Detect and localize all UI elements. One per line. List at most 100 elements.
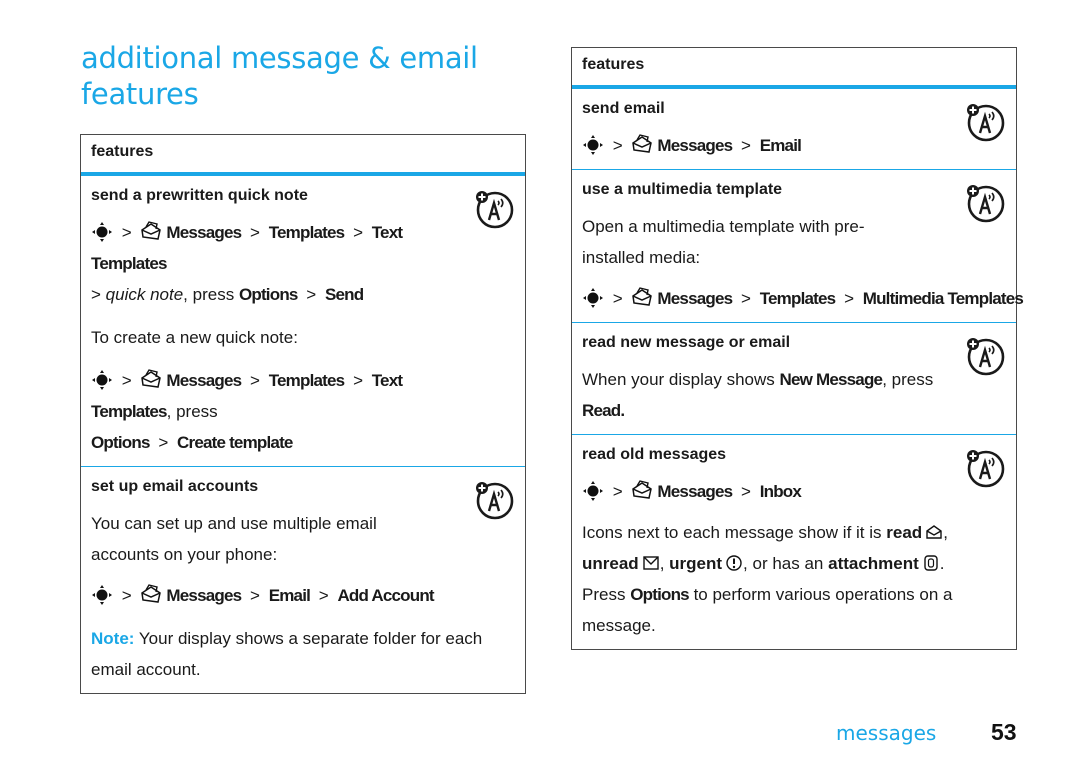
text: . [939,554,945,573]
messages-envelope-icon [140,221,162,241]
menu-item[interactable]: Templates [760,289,836,308]
navigation-key-icon [91,584,113,606]
navigation-key-icon [582,287,604,309]
menu-item[interactable]: quick note [106,285,184,304]
feature-row-read-old: read old messages > Messages > Inbox Ico… [572,434,1016,649]
urgent-icon [726,555,742,571]
path-separator: > [741,482,751,501]
path-separator: > [158,433,169,452]
path-separator: > [250,371,260,390]
path-separator: > [612,289,623,308]
path-separator: > [741,289,751,308]
menu-path: > Messages > Templates > Multimedia Temp… [582,283,1024,314]
feature-row-multimedia-template: use a multimedia template Open a multime… [572,169,1024,322]
menu-item[interactable]: Templates [269,223,345,242]
note-label: Note: [91,629,135,648]
menu-path: > Messages > Inbox [582,476,956,507]
menu-item[interactable]: Email [269,586,311,605]
page-number: 53 [991,719,1017,745]
navigation-key-icon [582,480,604,502]
menu-item[interactable]: Messages [166,586,242,605]
menu-item[interactable]: Add Account [337,586,434,605]
menu-item[interactable]: Email [760,136,802,155]
feature-row-quick-note: send a prewritten quick note > Messages … [81,176,525,466]
feature-row-send-email: send email > Messages > Email [572,89,1016,169]
path-separator: > [121,371,132,390]
feature-title: read old messages [582,446,727,463]
menu-item[interactable]: Messages [166,371,242,390]
menu-item[interactable]: Messages [657,482,733,501]
description-text: When your display shows New Message, pre… [582,364,956,426]
features-table-left: features send a prewritten quick note > … [80,134,526,694]
menu-path: > Messages > Templates > Text Templates,… [91,365,465,458]
path-separator: > [250,586,260,605]
feature-title: send a prewritten quick note [91,187,308,204]
menu-path: > Messages > Templates > Text Templates … [91,217,465,310]
softkey-label[interactable]: Options [630,585,689,604]
navigation-key-icon [582,134,604,156]
path-separator: > [612,136,623,155]
unread-envelope-icon [642,556,659,570]
text: When your display shows [582,370,775,389]
path-separator: > [121,586,132,605]
path-separator: > [318,586,329,605]
menu-path: > Messages > Email > Add Account [91,580,465,611]
feature-title: use a multimedia template [582,181,783,198]
status-attachment-label: attachment [828,554,919,573]
path-separator: > [612,482,623,501]
network-feature-icon [473,479,515,521]
network-feature-icon [964,182,1006,224]
note: Note: Your display shows a separate fold… [91,623,515,685]
navigation-key-icon [91,369,113,391]
path-separator: > [741,136,751,155]
table-header: features [572,48,1016,89]
network-feature-icon [964,101,1006,143]
section-name: messages [836,721,937,745]
menu-item[interactable]: Messages [166,223,242,242]
description-text: To create a new quick note: [91,328,298,347]
text: , or has an [743,554,824,573]
text: Icons next to each message show if it is [582,523,882,542]
messages-envelope-icon [140,369,162,389]
description-text: You can set up and use multiple email ac… [91,514,377,564]
page-title: additional message & email features [81,41,478,111]
text: . [620,401,625,420]
feature-row-read-new: read new message or email When your disp… [572,322,1016,434]
path-separator: > [250,223,260,242]
text: , [659,554,665,573]
menu-item[interactable]: Messages [657,136,733,155]
messages-envelope-icon [631,287,653,307]
network-feature-icon [473,188,515,230]
softkey-label[interactable]: Read [582,401,621,420]
menu-item[interactable]: Send [325,285,364,304]
status-urgent-label: urgent [669,554,723,573]
feature-title: send email [582,100,665,117]
path-separator: > [121,223,132,242]
menu-item[interactable]: Messages [657,289,733,308]
features-table-right: features send email > Messages > Email u… [571,47,1024,650]
softkey-label[interactable]: Options [91,433,150,452]
text: Press [582,585,626,604]
status-read-label: read [886,523,923,542]
note-text: Your display shows a separate folder for… [91,629,483,679]
menu-item[interactable]: Templates [269,371,345,390]
menu-item[interactable]: Create template [177,433,293,452]
instruction-text: , press [183,285,235,304]
navigation-key-icon [91,221,113,243]
network-feature-icon [964,447,1006,489]
path-separator: > [844,289,854,308]
network-feature-icon [964,335,1006,377]
feature-row-email-accounts: set up email accounts You can set up and… [81,466,525,693]
softkey-label[interactable]: Options [239,285,298,304]
status-unread-label: unread [582,554,639,573]
text: , press [882,370,934,389]
menu-item[interactable]: Inbox [760,482,802,501]
messages-envelope-icon [631,480,653,500]
path-separator: > [306,285,317,304]
messages-envelope-icon [140,584,162,604]
path-separator: > [353,371,363,390]
feature-title: set up email accounts [91,478,259,495]
menu-path: > Messages > Email [582,130,956,161]
instruction-text: , press [166,402,218,421]
menu-item[interactable]: Multimedia Templates [863,289,1024,308]
